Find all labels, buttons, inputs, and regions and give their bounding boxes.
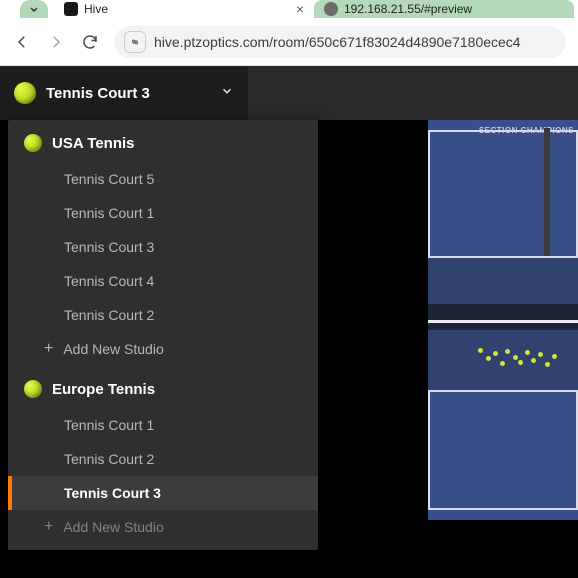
url-text: hive.ptzoptics.com/room/650c671f83024d48… <box>154 34 521 50</box>
studio-label: Tennis Court 4 <box>64 273 154 289</box>
address-bar[interactable]: hive.ptzoptics.com/room/650c671f83024d48… <box>114 26 566 58</box>
add-studio-label: Add New Studio <box>63 519 163 535</box>
studio-label: Tennis Court 2 <box>64 451 154 467</box>
studio-label: Tennis Court 3 <box>64 239 154 255</box>
back-button[interactable] <box>12 32 32 52</box>
studio-item[interactable]: Tennis Court 4 <box>8 264 318 298</box>
studio-label: Tennis Court 1 <box>64 205 154 221</box>
tennis-ball-icon <box>14 82 36 104</box>
tennis-ball-icon <box>24 380 42 398</box>
browser-tab[interactable]: Hive × <box>54 0 314 18</box>
plus-icon: + <box>44 341 53 357</box>
reload-favicon <box>324 2 338 16</box>
site-settings-icon[interactable] <box>124 31 146 53</box>
browser-tab-strip: Hive × 192.168.21.55/#preview <box>0 0 578 18</box>
studio-label: Tennis Court 2 <box>64 307 154 323</box>
net-shadow <box>428 304 578 330</box>
tennis-court: SECTION CHAMPIONS <box>428 120 578 520</box>
scattered-balls <box>473 344 563 384</box>
group-name: Europe Tennis <box>52 381 155 398</box>
chevron-down-icon <box>220 84 234 103</box>
tab-title: 192.168.21.55/#preview <box>344 2 472 16</box>
preview-banner-text: SECTION CHAMPIONS <box>479 126 574 135</box>
studio-item[interactable]: Tennis Court 1 <box>8 408 318 442</box>
secondary-topbar <box>248 66 578 120</box>
current-room-label: Tennis Court 3 <box>46 85 150 102</box>
studio-item[interactable]: Tennis Court 2 <box>8 298 318 332</box>
studio-label: Tennis Court 5 <box>64 171 154 187</box>
room-topbar: Tennis Court 3 <box>0 66 248 120</box>
add-studio-button[interactable]: + Add New Studio <box>8 332 318 366</box>
tab-expand-button[interactable] <box>20 0 48 18</box>
reload-button[interactable] <box>80 32 100 52</box>
hive-favicon <box>64 2 78 16</box>
room-dropdown: USA Tennis Tennis Court 5 Tennis Court 1… <box>8 120 318 550</box>
add-studio-label: Add New Studio <box>63 341 163 357</box>
tennis-ball-icon <box>24 134 42 152</box>
group-header[interactable]: USA Tennis <box>8 120 318 162</box>
group-header[interactable]: Europe Tennis <box>8 366 318 408</box>
group-name: USA Tennis <box>52 135 135 152</box>
tab-title: Hive <box>84 2 108 16</box>
studio-item[interactable]: Tennis Court 3 <box>8 230 318 264</box>
studio-item[interactable]: Tennis Court 1 <box>8 196 318 230</box>
studio-item[interactable]: Tennis Court 5 <box>8 162 318 196</box>
studio-item[interactable]: Tennis Court 3 <box>8 476 318 510</box>
close-icon[interactable]: × <box>296 1 304 17</box>
camera-preview[interactable]: SECTION CHAMPIONS <box>428 120 578 520</box>
studio-label: Tennis Court 3 <box>64 485 161 501</box>
plus-icon: + <box>44 519 53 535</box>
add-studio-button[interactable]: + Add New Studio <box>8 510 318 544</box>
studio-label: Tennis Court 1 <box>64 417 154 433</box>
court-line <box>428 320 578 323</box>
app-viewport: Tennis Court 3 USA Tennis Tennis Court 5… <box>0 66 578 578</box>
room-selector[interactable]: Tennis Court 3 <box>14 82 234 104</box>
studio-item[interactable]: Tennis Court 2 <box>8 442 318 476</box>
forward-button[interactable] <box>46 32 66 52</box>
browser-tab[interactable]: 192.168.21.55/#preview <box>314 0 574 18</box>
browser-nav-bar: hive.ptzoptics.com/room/650c671f83024d48… <box>0 18 578 66</box>
